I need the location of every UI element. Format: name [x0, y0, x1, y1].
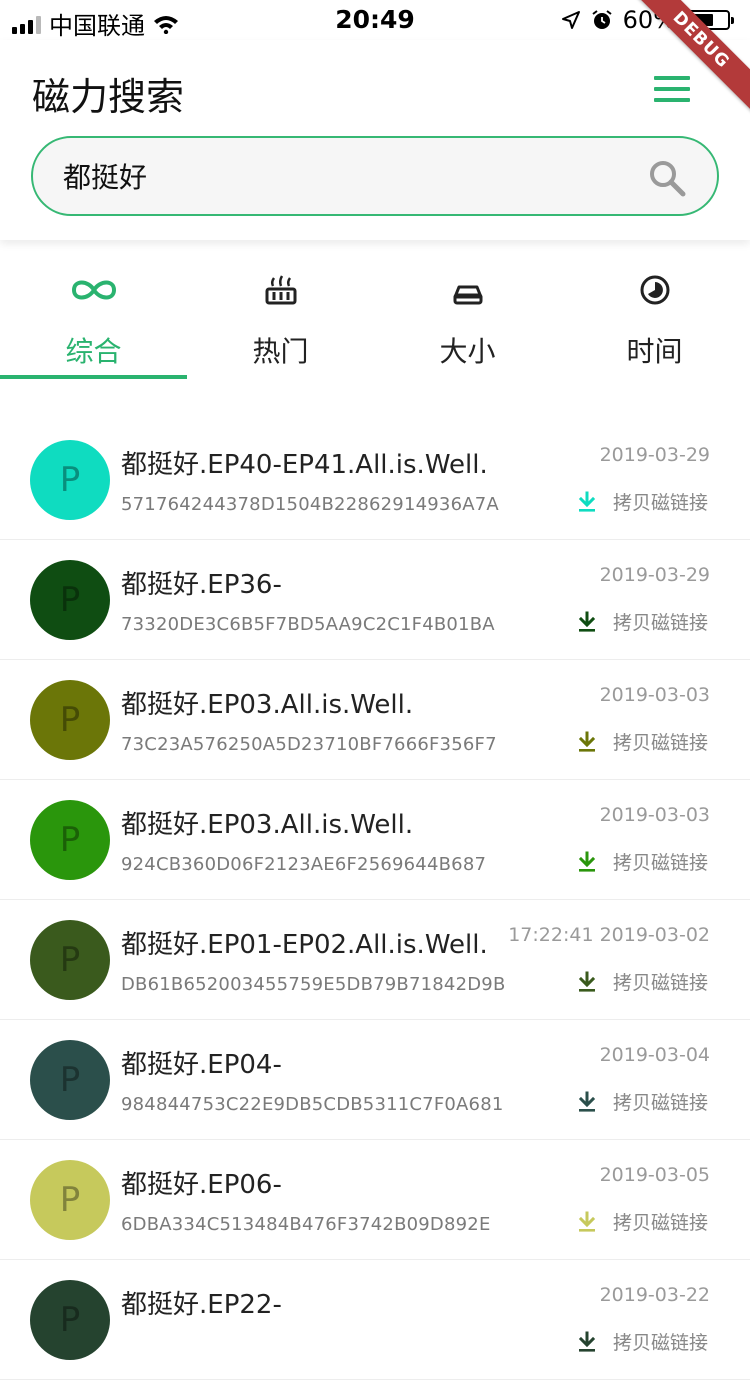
list-item[interactable]: P 都挺好.EP06- 6DBA334C513484B476F3742B09D892…	[0, 1140, 750, 1260]
result-title: 都挺好.EP03.All.is.Well.	[121, 810, 414, 840]
copy-magnet-button[interactable]: 拷贝磁链接	[575, 608, 708, 635]
result-date: 2019-03-05	[599, 1164, 710, 1186]
list-item[interactable]: P 都挺好.EP22- 2019-03-22 拷贝磁链接	[0, 1260, 750, 1380]
copy-magnet-label: 拷贝磁链接	[612, 852, 708, 874]
tab-size[interactable]: 大小	[374, 250, 561, 380]
result-title: 都挺好.EP22-	[121, 1290, 282, 1320]
avatar: P	[30, 1040, 110, 1120]
tab-hot[interactable]: 热门	[187, 250, 374, 380]
copy-magnet-label: 拷贝磁链接	[612, 972, 708, 994]
search-field[interactable]: 都挺好	[31, 136, 719, 216]
tab-time[interactable]: 时间	[561, 250, 748, 380]
result-hash: 73C23A576250A5D23710BF7666F356F7	[121, 734, 497, 755]
avatar: P	[30, 680, 110, 760]
result-hash: 6DBA334C513484B476F3742B09D892E	[121, 1214, 491, 1235]
copy-magnet-label: 拷贝磁链接	[612, 732, 708, 754]
download-icon	[578, 1331, 596, 1352]
app-header: 磁力搜索 都挺好	[0, 40, 750, 240]
list-item[interactable]: P 都挺好.EP04- 984844753C22E9DB5CDB5311C7F0A6…	[0, 1020, 750, 1140]
list-item[interactable]: P 都挺好.EP36- 73320DE3C6B5F7BD5AA9C2C1F4B01B…	[0, 540, 750, 660]
result-date: 2019-03-29	[599, 444, 710, 466]
result-title: 都挺好.EP40-EP41.All.is.Well.	[121, 450, 488, 480]
result-title: 都挺好.EP36-	[121, 570, 282, 600]
avatar: P	[30, 560, 110, 640]
tab-active-indicator	[0, 375, 187, 379]
copy-magnet-label: 拷贝磁链接	[612, 612, 708, 634]
result-date: 17:22:41 2019-03-02	[508, 924, 710, 946]
result-title: 都挺好.EP04-	[121, 1050, 282, 1080]
result-date: 2019-03-22	[599, 1284, 710, 1306]
download-icon	[578, 611, 596, 632]
fire-icon	[265, 275, 296, 305]
tab-label: 大小	[439, 335, 496, 368]
result-list: P 都挺好.EP40-EP41.All.is.Well. 571764244378D…	[0, 420, 750, 1380]
result-date: 2019-03-29	[599, 564, 710, 586]
clock-icon	[640, 275, 669, 305]
copy-magnet-button[interactable]: 拷贝磁链接	[575, 1088, 708, 1115]
copy-magnet-button[interactable]: 拷贝磁链接	[575, 968, 708, 995]
copy-magnet-label: 拷贝磁链接	[612, 1332, 708, 1354]
copy-magnet-label: 拷贝磁链接	[612, 1092, 708, 1114]
result-hash: DB61B652003455759E5DB79B71842D9B	[121, 974, 506, 995]
infinity-icon	[71, 280, 116, 300]
copy-magnet-button[interactable]: 拷贝磁链接	[575, 728, 708, 755]
result-hash: 984844753C22E9DB5CDB5311C7F0A681	[121, 1094, 504, 1115]
download-icon	[578, 1211, 596, 1232]
status-bar: 中国联通 20:49 60%	[0, 0, 750, 40]
copy-magnet-button[interactable]: 拷贝磁链接	[575, 1328, 708, 1355]
location-arrow-icon	[561, 11, 580, 29]
download-icon	[578, 1091, 596, 1112]
result-date: 2019-03-03	[599, 684, 710, 706]
tab-label: 热门	[252, 335, 309, 368]
avatar: P	[30, 1280, 110, 1360]
menu-button[interactable]	[654, 76, 690, 102]
list-item[interactable]: P 都挺好.EP03.All.is.Well. 924CB360D06F2123AE…	[0, 780, 750, 900]
result-hash: 73320DE3C6B5F7BD5AA9C2C1F4B01BA	[121, 614, 495, 635]
avatar: P	[30, 800, 110, 880]
avatar: P	[30, 920, 110, 1000]
result-date: 2019-03-03	[599, 804, 710, 826]
disk-icon	[453, 285, 482, 305]
result-title: 都挺好.EP01-EP02.All.is.Well.	[121, 930, 488, 960]
tab-label: 时间	[626, 335, 683, 368]
result-title: 都挺好.EP06-	[121, 1170, 282, 1200]
copy-magnet-button[interactable]: 拷贝磁链接	[575, 848, 708, 875]
download-icon	[578, 731, 596, 752]
download-icon	[578, 851, 596, 872]
download-icon	[578, 491, 596, 512]
copy-magnet-button[interactable]: 拷贝磁链接	[575, 488, 708, 515]
search-icon[interactable]	[647, 158, 687, 198]
download-icon	[578, 971, 596, 992]
tab-label: 综合	[65, 335, 122, 368]
result-hash: 571764244378D1504B22862914936A7A	[121, 494, 499, 515]
page-title: 磁力搜索	[32, 75, 185, 119]
sort-tabs: 综合 热门 大小 时间	[0, 250, 750, 380]
result-hash: 924CB360D06F2123AE6F2569644B687	[121, 854, 487, 875]
list-item[interactable]: P 都挺好.EP01-EP02.All.is.Well. DB61B65200345…	[0, 900, 750, 1020]
alarm-clock-icon	[592, 10, 612, 29]
list-item[interactable]: P 都挺好.EP40-EP41.All.is.Well. 571764244378D…	[0, 420, 750, 540]
search-input[interactable]: 都挺好	[63, 156, 147, 196]
result-title: 都挺好.EP03.All.is.Well.	[121, 690, 414, 720]
avatar: P	[30, 1160, 110, 1240]
avatar: P	[30, 440, 110, 520]
copy-magnet-label: 拷贝磁链接	[612, 1212, 708, 1234]
copy-magnet-button[interactable]: 拷贝磁链接	[575, 1208, 708, 1235]
tab-comprehensive[interactable]: 综合	[0, 250, 187, 380]
result-date: 2019-03-04	[599, 1044, 710, 1066]
copy-magnet-label: 拷贝磁链接	[612, 492, 708, 514]
list-item[interactable]: P 都挺好.EP03.All.is.Well. 73C23A576250A5D237…	[0, 660, 750, 780]
